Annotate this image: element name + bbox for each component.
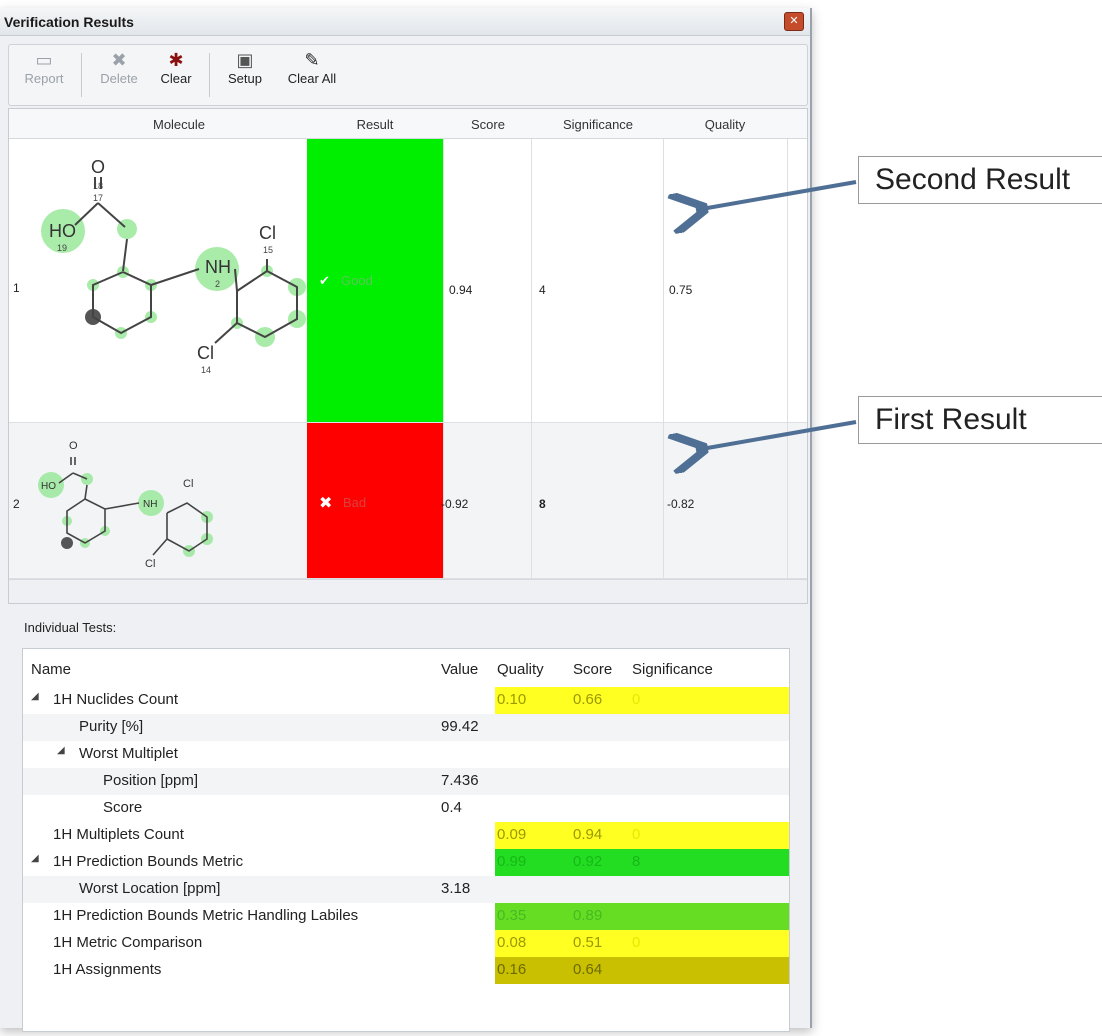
arrow-to-first-result [696,420,857,450]
first-result-callout: First Result [858,396,1102,444]
arrow-to-second-result [696,180,857,210]
second-result-callout: Second Result [858,156,1102,204]
